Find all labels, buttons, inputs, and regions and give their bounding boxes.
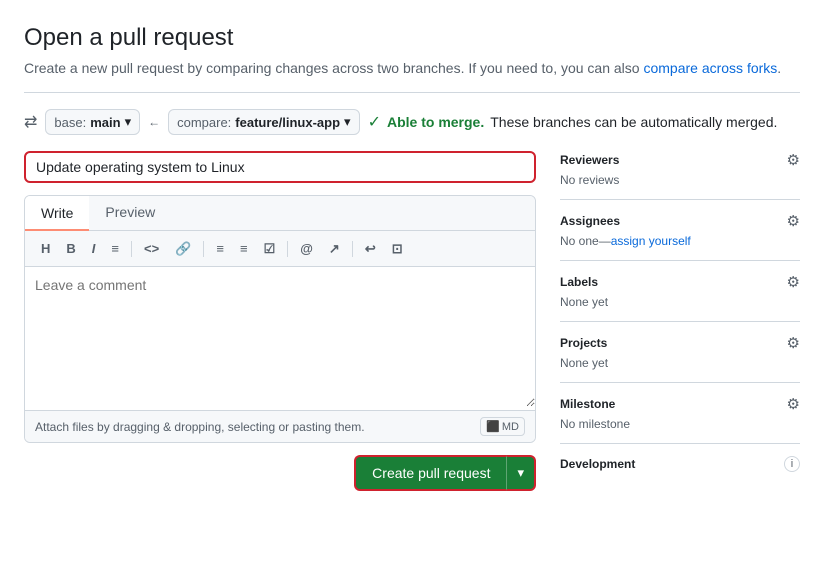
page-subtitle: Create a new pull request by comparing c… xyxy=(24,60,800,76)
branch-bar: ⇄ base: main ▾ ← compare: feature/linux-… xyxy=(24,109,800,135)
pr-title-input[interactable] xyxy=(24,151,536,183)
italic-button[interactable]: I xyxy=(86,239,102,258)
merge-description: These branches can be automatically merg… xyxy=(490,114,777,130)
merge-status: ✓ Able to merge. These branches can be a… xyxy=(368,112,778,132)
checkmark-icon: ✓ xyxy=(368,112,381,132)
submit-bar: Create pull request ▾ xyxy=(24,455,536,491)
editor-toolbar: H B I ≡ <> 🔗 ≡ ≡ ☑ @ ↗ ↩ ⊡ xyxy=(25,231,535,267)
reviewers-value: No reviews xyxy=(560,173,800,187)
compare-label: compare: xyxy=(177,115,231,130)
attach-files-text: Attach files by dragging & dropping, sel… xyxy=(35,420,365,434)
compare-value: feature/linux-app xyxy=(235,115,340,130)
code-button[interactable]: <> xyxy=(138,239,165,258)
toolbar-sep-3 xyxy=(287,241,288,257)
left-panel: Write Preview H B I ≡ <> 🔗 ≡ ≡ ☑ @ ↗ ↩ xyxy=(24,151,536,491)
base-dropdown-arrow: ▾ xyxy=(125,114,132,130)
compare-forks-link[interactable]: compare across forks xyxy=(643,60,777,76)
development-title: Development xyxy=(560,457,635,471)
assignees-title: Assignees xyxy=(560,214,620,228)
task-list-button[interactable]: ☑ xyxy=(258,239,282,258)
heading-button[interactable]: H xyxy=(35,239,56,258)
branch-icon: ⇄ xyxy=(24,112,37,132)
base-label: base: xyxy=(54,115,86,130)
milestone-header: Milestone ⚙ xyxy=(560,395,800,413)
labels-gear-icon[interactable]: ⚙ xyxy=(787,273,800,291)
mention-button[interactable]: @ xyxy=(294,239,319,258)
labels-header: Labels ⚙ xyxy=(560,273,800,291)
editor-container: Write Preview H B I ≡ <> 🔗 ≡ ≡ ☑ @ ↗ ↩ xyxy=(24,195,536,443)
main-content: Write Preview H B I ≡ <> 🔗 ≡ ≡ ☑ @ ↗ ↩ xyxy=(24,151,800,491)
reviewers-gear-icon[interactable]: ⚙ xyxy=(787,151,800,169)
development-info-icon[interactable]: i xyxy=(784,456,800,472)
sidebar-projects-section: Projects ⚙ None yet xyxy=(560,321,800,382)
projects-header: Projects ⚙ xyxy=(560,334,800,352)
compare-branch-select[interactable]: compare: feature/linux-app ▾ xyxy=(168,109,359,135)
projects-value: None yet xyxy=(560,356,800,370)
create-pr-dropdown-button[interactable]: ▾ xyxy=(506,455,536,491)
toolbar-sep-4 xyxy=(352,241,353,257)
sidebar-assignees-section: Assignees ⚙ No one—assign yourself xyxy=(560,199,800,260)
merge-status-label: Able to merge. xyxy=(387,114,484,130)
undo-button[interactable]: ↩ xyxy=(359,239,382,258)
tabs-header: Write Preview xyxy=(25,196,535,231)
numbered-list-button[interactable]: ≡ xyxy=(234,239,254,258)
sidebar-reviewers-section: Reviewers ⚙ No reviews xyxy=(560,151,800,199)
reference-button[interactable]: ↗ xyxy=(323,239,346,258)
projects-gear-icon[interactable]: ⚙ xyxy=(787,334,800,352)
create-pr-button[interactable]: Create pull request xyxy=(354,455,506,491)
bullet-list-button[interactable]: ≡ xyxy=(210,239,230,258)
assignees-gear-icon[interactable]: ⚙ xyxy=(787,212,800,230)
projects-title: Projects xyxy=(560,336,607,350)
assignees-header: Assignees ⚙ xyxy=(560,212,800,230)
editor-footer: Attach files by dragging & dropping, sel… xyxy=(25,410,535,442)
page-title: Open a pull request xyxy=(24,24,800,52)
toolbar-sep-1 xyxy=(131,241,132,257)
comment-textarea[interactable] xyxy=(25,267,535,407)
sidebar-development-section: Development i xyxy=(560,443,800,488)
link-button[interactable]: 🔗 xyxy=(169,239,197,258)
milestone-gear-icon[interactable]: ⚙ xyxy=(787,395,800,413)
branch-direction-arrow: ← xyxy=(148,115,160,129)
toolbar-sep-2 xyxy=(203,241,204,257)
bold-button[interactable]: B xyxy=(60,239,81,258)
markdown-badge: ⬛ MD xyxy=(480,417,525,436)
md-icon: ⬛ xyxy=(486,420,500,433)
tab-write[interactable]: Write xyxy=(25,196,89,231)
assign-yourself-link[interactable]: assign yourself xyxy=(611,234,691,248)
assignees-value: No one—assign yourself xyxy=(560,234,800,248)
milestone-value: No milestone xyxy=(560,417,800,431)
compare-dropdown-arrow: ▾ xyxy=(344,114,351,130)
create-pr-button-group: Create pull request ▾ xyxy=(354,455,536,491)
base-value: main xyxy=(90,115,120,130)
preview-toggle-button[interactable]: ⊡ xyxy=(386,239,409,258)
reviewers-header: Reviewers ⚙ xyxy=(560,151,800,169)
sidebar-labels-section: Labels ⚙ None yet xyxy=(560,260,800,321)
labels-value: None yet xyxy=(560,295,800,309)
reviewers-title: Reviewers xyxy=(560,153,619,167)
right-panel: Reviewers ⚙ No reviews Assignees ⚙ No on… xyxy=(560,151,800,491)
development-header: Development i xyxy=(560,456,800,472)
tab-preview[interactable]: Preview xyxy=(89,196,171,230)
labels-title: Labels xyxy=(560,275,598,289)
divider xyxy=(24,92,800,93)
sidebar-milestone-section: Milestone ⚙ No milestone xyxy=(560,382,800,443)
quote-button[interactable]: ≡ xyxy=(105,239,125,258)
base-branch-select[interactable]: base: main ▾ xyxy=(45,109,140,135)
milestone-title: Milestone xyxy=(560,397,615,411)
